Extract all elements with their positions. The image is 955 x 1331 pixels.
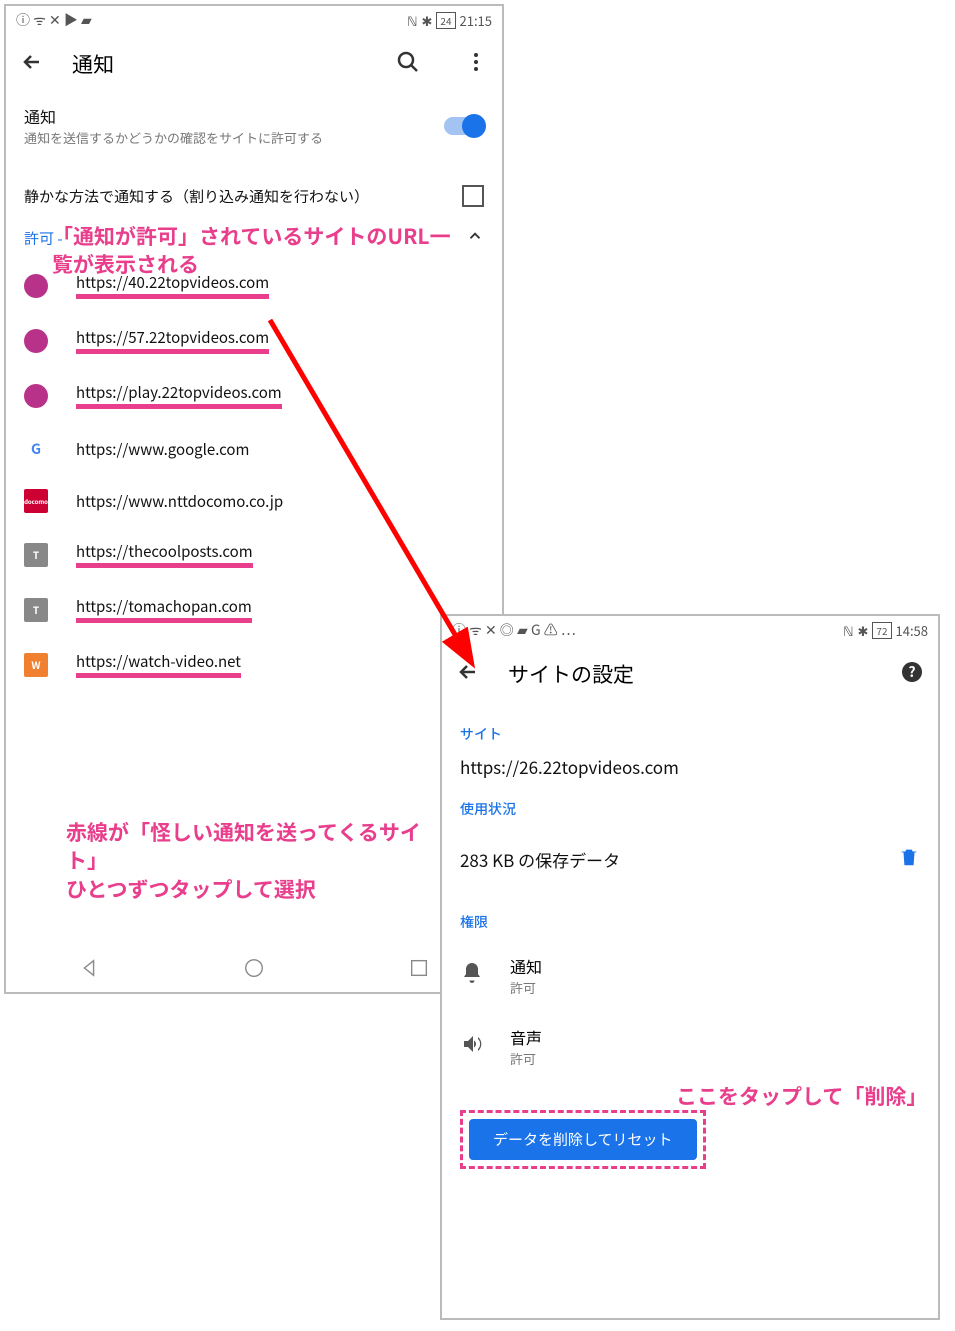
notifications-toggle-row[interactable]: 通知 通知を送信するかどうかの確認をサイトに許可する — [24, 94, 484, 157]
usage-row: 283 KB の保存データ — [460, 827, 920, 892]
delete-reset-button[interactable]: データを削除してリセット — [469, 1119, 697, 1160]
nfc-icon: ℕ — [407, 11, 417, 30]
quiet-notifications-row[interactable]: 静かな方法で通知する（割り込み通知を行わない） — [24, 175, 484, 217]
usage-text: 283 KB の保存データ — [460, 847, 884, 872]
toggle-on[interactable] — [444, 117, 484, 135]
site-favicon — [24, 274, 48, 298]
arrow-annotation — [260, 310, 520, 680]
svg-text:?: ? — [908, 662, 915, 682]
site-url: https://thecoolposts.com — [76, 541, 253, 568]
quiet-label: 静かな方法で通知する（割り込み通知を行わない） — [24, 186, 448, 207]
annotation-tap-delete: ここをタップして「削除」 — [676, 1082, 926, 1110]
perm-notif-title: 通知 — [510, 954, 542, 978]
status-bar: ⓘ ᯤ ✕ ▶ ▰ ℕ ✱ 24 21:15 — [6, 6, 502, 34]
notif-title: 通知 — [24, 104, 430, 128]
notif-subtitle: 通知を送信するかどうかの確認をサイトに許可する — [24, 128, 430, 147]
android-nav-bar — [6, 944, 502, 992]
site-favicon: T — [24, 543, 48, 567]
permission-sound-row[interactable]: 音声 許可 — [460, 1011, 920, 1082]
help-icon[interactable]: ? — [900, 660, 924, 689]
bluetooth-icon: ✱ — [858, 621, 869, 640]
perm-notif-sub: 許可 — [510, 978, 542, 997]
permissions-section-label: 権限 — [460, 912, 920, 932]
permission-notifications-row[interactable]: 通知 許可 — [460, 940, 920, 1011]
battery-level: 24 — [436, 12, 455, 29]
perm-sound-title: 音声 — [510, 1025, 542, 1049]
battery-level: 72 — [872, 622, 891, 639]
site-favicon: docomo — [24, 489, 48, 513]
clock: 14:58 — [896, 621, 928, 640]
site-url: https://watch-video.net — [76, 651, 241, 678]
volume-icon — [460, 1032, 484, 1061]
phone-site-settings-screen: ⓘ ᯤ ✕ ◎ ▰ G ⚠ ⋯ ℕ ✱ 72 14:58 サイトの設定 ? サイ… — [440, 614, 940, 1320]
nfc-icon: ℕ — [843, 621, 853, 640]
site-favicon — [24, 329, 48, 353]
page-title: 通知 — [72, 49, 368, 79]
site-favicon — [24, 384, 48, 408]
page-title: サイトの設定 — [508, 659, 872, 689]
site-favicon: T — [24, 598, 48, 622]
search-icon[interactable] — [396, 50, 420, 79]
clock: 21:15 — [460, 11, 492, 30]
chevron-up-icon[interactable] — [466, 227, 484, 250]
usage-section-label: 使用状況 — [460, 799, 920, 819]
site-url: https://www.nttdocomo.co.jp — [76, 491, 283, 512]
content-area: サイト https://26.22topvideos.com 使用状況 283 … — [442, 704, 938, 1318]
site-favicon: W — [24, 653, 48, 677]
site-url: https://www.google.com — [76, 439, 249, 460]
status-icons-left: ⓘ ᯤ ✕ ▶ ▰ — [16, 10, 92, 30]
annotation-suspicious-sites: 赤線が「怪しい通知を送ってくるサイト」 ひとつずつタップして選択 — [66, 818, 446, 903]
site-favicon: G — [24, 437, 48, 461]
bluetooth-icon: ✱ — [422, 11, 433, 30]
site-url: https://tomachopan.com — [76, 596, 252, 623]
site-url: https://57.22topvideos.com — [76, 327, 269, 354]
site-url: https://26.22topvideos.com — [460, 754, 920, 779]
nav-recent-icon[interactable] — [408, 957, 430, 979]
delete-button-highlight: データを削除してリセット — [460, 1110, 706, 1169]
nav-home-icon[interactable] — [243, 957, 265, 979]
trash-icon[interactable] — [898, 846, 920, 873]
nav-back-icon[interactable] — [78, 957, 100, 979]
annotation-allowed-list: 「通知が許可」されているサイトのURL一覧が表示される — [52, 222, 452, 279]
more-icon[interactable] — [464, 50, 488, 79]
checkbox-unchecked[interactable] — [462, 185, 484, 207]
site-section-label: サイト — [460, 724, 920, 744]
bell-icon — [460, 961, 484, 990]
app-bar: 通知 — [6, 34, 502, 94]
back-icon[interactable] — [20, 50, 44, 79]
perm-sound-sub: 許可 — [510, 1049, 542, 1068]
site-url: https://play.22topvideos.com — [76, 382, 282, 409]
